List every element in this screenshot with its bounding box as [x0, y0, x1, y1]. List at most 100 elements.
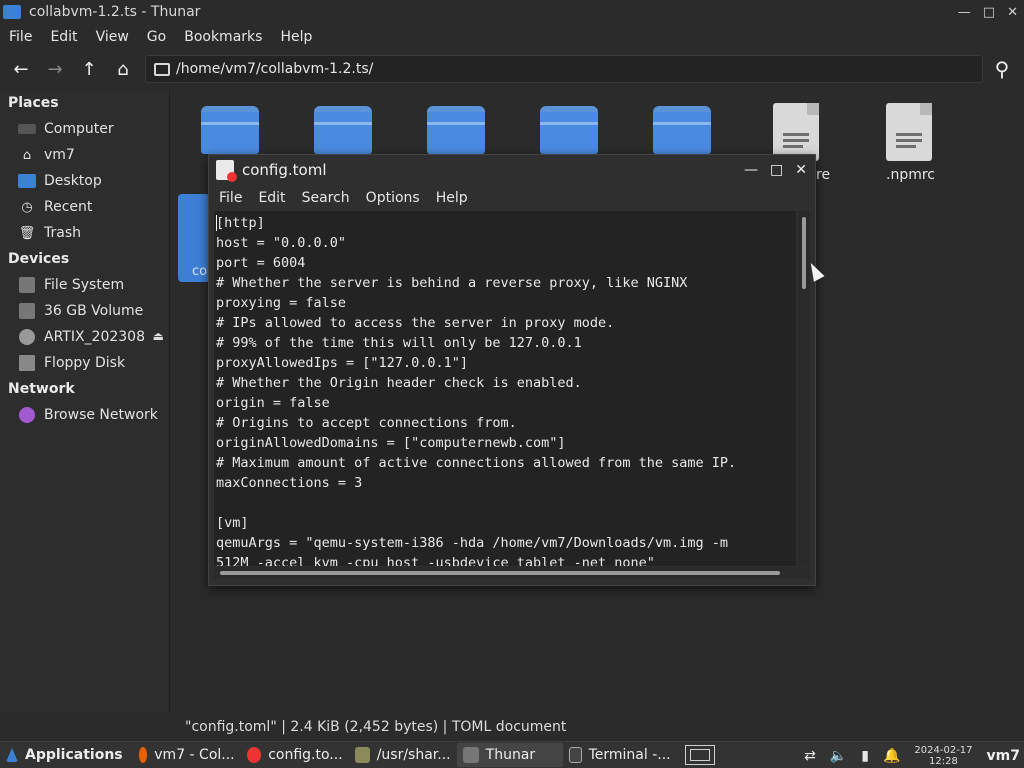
devices-heading: Devices — [8, 251, 70, 267]
editor-menu-options[interactable]: Options — [356, 190, 426, 206]
close-icon[interactable]: ✕ — [1007, 5, 1018, 20]
forward-arrow-icon[interactable]: → — [42, 56, 68, 82]
network-icon[interactable]: ⇄ — [804, 748, 816, 764]
file-label: co — [192, 264, 208, 279]
eject-icon[interactable]: ⏏ — [153, 329, 164, 343]
clock[interactable]: 2024-02-17 12:28 — [914, 745, 972, 767]
status-text: "config.toml" | 2.4 KiB (2,452 bytes) | … — [185, 719, 567, 735]
firefox-icon — [138, 747, 148, 763]
folder-icon[interactable] — [314, 106, 372, 154]
task-terminal[interactable]: Terminal -... — [563, 743, 677, 767]
floppy-icon — [18, 355, 36, 371]
close-icon[interactable]: ✕ — [795, 162, 807, 178]
places-heading: Places — [8, 95, 59, 111]
network-icon — [18, 407, 36, 423]
window-titlebar: collabvm-1.2.ts - Thunar — □ ✕ — [0, 0, 1024, 24]
text-line: maxConnections = 3 — [216, 475, 363, 491]
text-line: 512M -accel kvm -cpu host -usbdevice tab… — [216, 555, 655, 566]
folder-icon[interactable] — [653, 106, 711, 154]
menu-edit[interactable]: Edit — [41, 29, 86, 45]
folder-icon[interactable] — [201, 106, 259, 154]
selected-file-tile[interactable]: co — [178, 194, 210, 282]
editor-window-controls: — □ ✕ — [744, 155, 807, 185]
editor-window: config.toml — □ ✕ File Edit Search Optio… — [208, 154, 816, 586]
up-arrow-icon[interactable]: ↑ — [76, 56, 102, 82]
artix-logo-icon — [6, 748, 18, 762]
window-title: collabvm-1.2.ts - Thunar — [29, 4, 201, 20]
volume-icon[interactable]: 🔈 — [830, 748, 847, 764]
status-bar: "config.toml" | 2.4 KiB (2,452 bytes) | … — [0, 713, 1024, 741]
horizontal-scrollbar[interactable] — [214, 567, 810, 579]
sidebar-item-desktop[interactable]: Desktop — [0, 168, 169, 194]
menu-bookmarks[interactable]: Bookmarks — [175, 29, 271, 45]
minimize-icon[interactable]: — — [744, 162, 758, 178]
menu-view[interactable]: View — [87, 29, 138, 45]
editor-menu-file[interactable]: File — [209, 190, 248, 206]
menu-help[interactable]: Help — [271, 29, 321, 45]
editor-icon — [354, 747, 370, 763]
task-thunar[interactable]: Thunar — [456, 743, 563, 767]
sidebar-item-vm7[interactable]: ⌂ vm7 — [0, 142, 169, 168]
sidebar: Places Computer ⌂ vm7 Desktop ◷ Recent 🗑… — [0, 90, 170, 713]
home-icon[interactable]: ⌂ — [110, 56, 136, 82]
clock-icon: ◷ — [21, 199, 33, 215]
editor-text-area[interactable]: [http] host = "0.0.0.0" port = 6004 # Wh… — [214, 211, 796, 566]
minimize-icon[interactable]: — — [958, 5, 971, 20]
task-usr-share[interactable]: /usr/shar... — [349, 743, 457, 767]
document-icon — [216, 160, 237, 182]
menu-file[interactable]: File — [0, 29, 41, 45]
editor-menu-edit[interactable]: Edit — [248, 190, 291, 206]
folder-icon[interactable] — [427, 106, 485, 154]
drive-icon — [18, 277, 36, 293]
menu-go[interactable]: Go — [138, 29, 175, 45]
folder-icon — [154, 62, 170, 76]
text-line: origin = false — [216, 395, 330, 411]
sidebar-item-artix[interactable]: ARTIX_202308 ⏏ — [0, 324, 169, 350]
trash-icon: 🗑 — [18, 225, 36, 241]
text-line: # 99% of the time this will only be 127.… — [216, 335, 582, 351]
editor-menu-search[interactable]: Search — [292, 190, 356, 206]
text-line: port = 6004 — [216, 255, 306, 271]
back-arrow-icon[interactable]: ← — [8, 56, 34, 82]
text-line: [http] — [216, 215, 265, 231]
file-label-npmrc[interactable]: .npmrc — [886, 167, 935, 183]
user-name[interactable]: vm7 — [987, 748, 1020, 764]
search-icon[interactable]: ⚲ — [988, 56, 1016, 82]
taskbar: Applications vm7 - Col... config.to... /… — [0, 741, 1024, 768]
text-line: originAllowedDomains = ["computernewb.co… — [216, 435, 566, 451]
text-line: # Maximum amount of active connections a… — [216, 455, 737, 471]
workspace-switcher[interactable] — [684, 745, 715, 765]
window-controls: — □ ✕ — [958, 0, 1018, 24]
text-file-icon[interactable] — [773, 103, 819, 161]
maximize-icon[interactable]: □ — [983, 5, 995, 20]
file-label[interactable]: re — [816, 167, 830, 183]
terminal-icon — [568, 747, 582, 763]
applications-menu[interactable]: Applications — [0, 743, 129, 767]
sidebar-item-volume[interactable]: 36 GB Volume — [0, 298, 169, 324]
notification-bell-icon[interactable]: 🔔 — [883, 748, 900, 764]
sidebar-item-browse-network[interactable]: Browse Network — [0, 402, 169, 428]
drive-icon — [18, 303, 36, 319]
text-line: # IPs allowed to access the server in pr… — [216, 315, 615, 331]
sidebar-item-floppy[interactable]: Floppy Disk — [0, 350, 169, 376]
text-line: # Whether the server is behind a reverse… — [216, 275, 688, 291]
maximize-icon[interactable]: □ — [770, 162, 783, 178]
sidebar-item-recent[interactable]: ◷ Recent — [0, 194, 169, 220]
task-config-editor[interactable]: config.to... — [241, 743, 349, 767]
scrollbar-thumb[interactable] — [220, 571, 780, 575]
battery-icon[interactable]: ▮ — [861, 748, 869, 764]
task-firefox[interactable]: vm7 - Col... — [133, 743, 241, 767]
sidebar-item-computer[interactable]: Computer — [0, 116, 169, 142]
folder-icon[interactable] — [540, 106, 598, 154]
text-file-icon[interactable] — [886, 103, 932, 161]
editor-menubar: File Edit Search Options Help — [209, 185, 815, 211]
location-path[interactable]: /home/vm7/collabvm-1.2.ts/ — [176, 61, 373, 77]
sidebar-item-file-system[interactable]: File System — [0, 272, 169, 298]
location-bar[interactable]: /home/vm7/collabvm-1.2.ts/ — [145, 55, 983, 83]
editor-menu-help[interactable]: Help — [426, 190, 474, 206]
computer-icon — [18, 121, 36, 137]
text-line: qemuArgs = "qemu-system-i386 -hda /home/… — [216, 535, 729, 551]
editor-titlebar: config.toml — □ ✕ — [209, 155, 815, 185]
scrollbar-thumb[interactable] — [802, 217, 806, 289]
sidebar-item-trash[interactable]: 🗑 Trash — [0, 220, 169, 246]
